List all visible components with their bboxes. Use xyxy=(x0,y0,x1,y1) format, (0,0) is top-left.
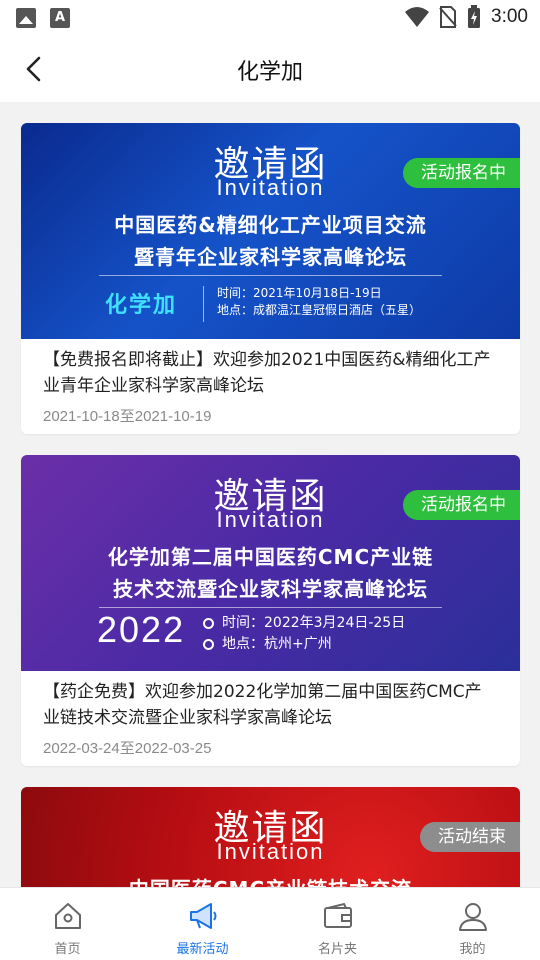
banner-info: 时间：2022年3月24日-25日 地点：杭州+广州 xyxy=(203,613,405,655)
banner-year: 2022 xyxy=(97,609,186,650)
event-banner: 邀请函 Invitation 中国医药CMC产业链技术交流 活动结束 xyxy=(21,787,520,897)
banner-vertical-divider xyxy=(203,286,204,322)
banner-time-row: 时间：2022年3月24日-25日 xyxy=(203,613,405,634)
page-title: 化学加 xyxy=(236,60,303,85)
app-header: 化学加 xyxy=(0,36,540,102)
event-card[interactable]: 邀请函 Invitation 化学加第二届中国医药CMC产业链 技术交流暨企业家… xyxy=(21,455,520,766)
nav-item-latest-events[interactable]: 最新活动 xyxy=(135,888,270,960)
home-icon xyxy=(54,903,81,929)
megaphone-icon xyxy=(189,903,216,929)
battery-charging-icon xyxy=(468,5,481,28)
wifi-icon xyxy=(405,7,430,27)
banner-subheadline: 暨青年企业家科学家高峰论坛 xyxy=(134,245,407,269)
banner-headline: 中国医药&精细化工产业项目交流 xyxy=(114,213,427,237)
event-banner: 邀请函 Invitation 化学加第二届中国医药CMC产业链 技术交流暨企业家… xyxy=(21,455,520,671)
event-banner: 邀请函 Invitation 中国医药&精细化工产业项目交流 暨青年企业家科学家… xyxy=(21,123,520,339)
event-title: 【药企免费】欢迎参加2022化学加第二届中国医药CMC产业链技术交流暨企业家科学… xyxy=(43,682,482,728)
banner-time: 时间：2021年10月18日-19日 xyxy=(217,286,382,300)
event-title: 【免费报名即将截止】欢迎参加2021中国医药&精细化工产业青年企业家科学家高峰论… xyxy=(43,350,491,396)
wallet-icon xyxy=(323,902,352,928)
banner-brand: 化学加 xyxy=(105,293,178,318)
event-card[interactable]: 邀请函 Invitation 中国医药CMC产业链技术交流 活动结束 xyxy=(21,787,520,897)
nav-label: 最新活动 xyxy=(176,942,229,957)
event-date-range: 2021-10-18至2021-10-19 xyxy=(43,408,212,425)
nav-item-me[interactable]: 我的 xyxy=(405,888,540,960)
nav-item-card-holder[interactable]: 名片夹 xyxy=(270,888,405,960)
nav-label: 首页 xyxy=(54,942,81,957)
status-badge: 活动报名中 xyxy=(403,490,520,520)
banner-subheadline: 技术交流暨企业家科学家高峰论坛 xyxy=(113,577,428,601)
banner-info: 时间：2021年10月18日-19日 地点：成都温江皇冠假日酒店（五星） xyxy=(217,285,421,319)
font-notification-icon: A xyxy=(50,8,70,28)
event-card-body: 【免费报名即将截止】欢迎参加2021中国医药&精细化工产业青年企业家科学家高峰论… xyxy=(21,339,520,434)
banner-place: 地点：成都温江皇冠假日酒店（五星） xyxy=(217,303,422,317)
banner-divider xyxy=(99,607,442,608)
clock-icon xyxy=(203,617,214,629)
nav-item-home[interactable]: 首页 xyxy=(0,888,135,960)
no-sim-icon xyxy=(439,6,457,28)
banner-headline: 化学加第二届中国医药CMC产业链 xyxy=(107,545,434,569)
banner-divider xyxy=(99,275,442,276)
image-notification-icon xyxy=(16,8,36,28)
event-date-range: 2022-03-24至2022-03-25 xyxy=(43,740,212,757)
banner-place: 地点：杭州+广州 xyxy=(222,636,332,652)
location-pin-icon xyxy=(203,638,214,650)
event-list: 邀请函 Invitation 中国医药&精细化工产业项目交流 暨青年企业家科学家… xyxy=(21,123,520,918)
nav-label: 我的 xyxy=(459,942,486,957)
event-card-body: 【药企免费】欢迎参加2022化学加第二届中国医药CMC产业链技术交流暨企业家科学… xyxy=(21,671,520,766)
status-badge: 活动结束 xyxy=(420,822,520,852)
bottom-navigation: 首页 最新活动 名片夹 我的 xyxy=(0,887,540,960)
banner-place-row: 地点：杭州+广州 xyxy=(203,634,405,655)
nav-label: 名片夹 xyxy=(317,942,357,957)
banner-time: 时间：2022年3月24日-25日 xyxy=(222,615,406,631)
event-card[interactable]: 邀请函 Invitation 中国医药&精细化工产业项目交流 暨青年企业家科学家… xyxy=(21,123,520,434)
user-icon xyxy=(458,903,487,931)
status-badge: 活动报名中 xyxy=(403,158,520,188)
clock: 3:00 xyxy=(491,6,528,27)
status-bar: A 3:00 xyxy=(0,0,540,36)
